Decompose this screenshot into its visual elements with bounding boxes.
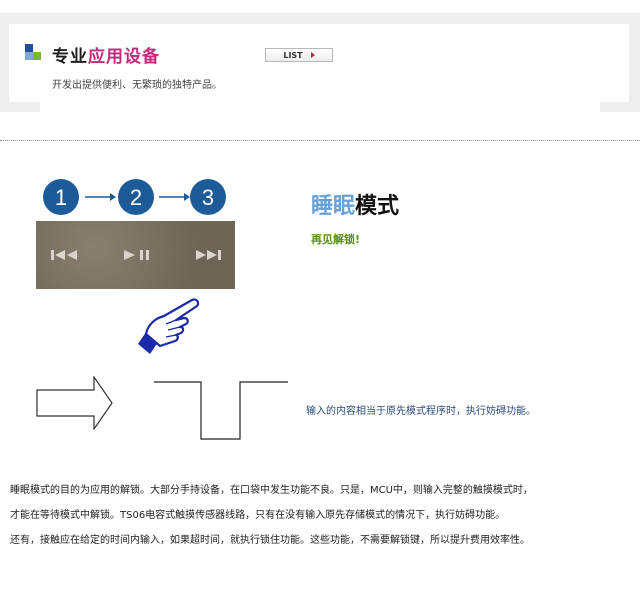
previous-track-icon: [51, 250, 77, 260]
step-number-2: 2: [130, 185, 142, 210]
feature-description: 输入的内容相当于原先模式程序时，执行妨碍功能。: [306, 406, 536, 417]
step-number-1: 1: [55, 185, 67, 210]
pulse-waveform: [154, 381, 288, 440]
logo-square-light: [25, 52, 33, 60]
body-line-2: 才能在等待模式中解锁。TS06电容式触摸传感器线路，只有在没有输入原先存储模式的…: [10, 510, 506, 521]
chevron-right-icon: [310, 52, 315, 58]
logo-square-blue: [25, 44, 33, 52]
next-track-icon: [196, 250, 221, 260]
list-button-label: LIST: [283, 50, 303, 60]
body-line-1: 睡眠模式的目的为应用的解锁。大部分手持设备，在口袋中发生功能不良。只是，MCU中…: [10, 485, 533, 496]
page-subtitle: 开发出提供便利、无繁琐的独特产品。: [52, 80, 222, 91]
list-button[interactable]: LIST: [265, 48, 333, 62]
logo-square-green: [33, 52, 41, 60]
body-line-3: 还有，接触应在给定的时间内输入，如果超时间，就执行锁住功能。这些功能，不需要解锁…: [10, 535, 530, 546]
right-arrow-icon: [159, 193, 190, 201]
page-title-part2: 应用设备: [88, 47, 160, 67]
page-title: 专业应用设备: [52, 42, 160, 67]
play-pause-icon: [124, 250, 149, 260]
pointing-hand-icon: [138, 298, 200, 354]
feature-title: 睡眠模式: [311, 188, 399, 220]
step-circle-3: 3: [190, 179, 226, 215]
step-circle-1: 1: [43, 179, 79, 215]
feature-title-part2: 模式: [355, 194, 400, 219]
step-number-3: 3: [202, 185, 214, 210]
feature-title-part1: 睡眠: [311, 194, 356, 219]
page-title-part1: 专业: [52, 47, 88, 67]
steps-diagram: 1 2 3: [43, 179, 226, 215]
right-arrow-icon: [85, 193, 116, 201]
step-circle-2: 2: [118, 179, 154, 215]
header-card-notch: [40, 102, 600, 112]
feature-tagline: 再见解锁!: [311, 233, 361, 246]
section-divider: [0, 140, 640, 141]
outline-right-arrow-icon: [36, 376, 113, 430]
